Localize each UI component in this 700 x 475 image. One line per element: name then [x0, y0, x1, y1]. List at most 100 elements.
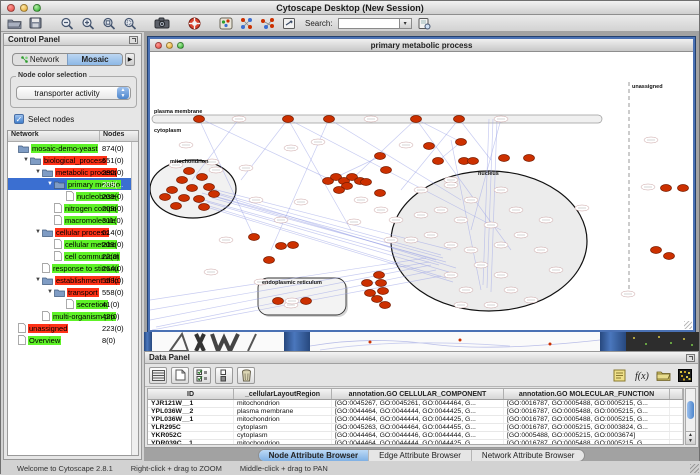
node-highlighted	[273, 298, 284, 305]
expand-icon[interactable]: ▼	[46, 181, 54, 187]
node-highlighted	[334, 187, 345, 194]
filter-icon[interactable]	[415, 16, 433, 31]
table-row[interactable]: YKR052Ccytoplasm[GO:0044464, GO:0044446,…	[148, 432, 683, 440]
zoom-network-icon[interactable]	[177, 42, 184, 49]
zoom-window-icon[interactable]	[33, 4, 41, 12]
save-icon[interactable]	[26, 16, 44, 31]
zoom-in-icon[interactable]	[79, 16, 97, 31]
table-row[interactable]: YJR121W__1mitochondrion[GO:0045267, GO:0…	[148, 400, 683, 408]
search-input[interactable]	[338, 18, 400, 29]
expand-icon[interactable]: ▼	[34, 229, 42, 235]
tree-row[interactable]: multi-organism pro42(0)	[8, 310, 138, 322]
column-header[interactable]: ID	[148, 389, 234, 399]
expand-icon[interactable]: ▼	[34, 169, 42, 175]
app-titlebar[interactable]: Cytoscape Desktop (New Session)	[1, 1, 699, 15]
annotation-notes-icon[interactable]	[610, 367, 628, 384]
tab-network-attribute-browser[interactable]: Network Attribute Browser	[471, 450, 584, 461]
attribute-table-icon[interactable]	[149, 367, 167, 384]
network-canvas[interactable]: plasma membranecytoplasmmitochondrionnuc…	[150, 52, 693, 330]
function-builder-icon[interactable]: f(x)	[632, 367, 650, 384]
tree-row[interactable]: mosaic-demo-yeast874(0)	[8, 142, 138, 154]
open-icon[interactable]	[5, 16, 23, 31]
tree-header-nodes: Nodes	[100, 131, 138, 141]
tab-mosaic[interactable]: Mosaic	[67, 54, 122, 65]
search-dropdown-icon[interactable]: ▾	[400, 18, 412, 29]
tree-row[interactable]: cellular metabo209(0)	[8, 238, 138, 250]
expand-icon[interactable]: ▼	[22, 157, 30, 163]
tree-row[interactable]: response to stimulu264(0)	[8, 262, 138, 274]
float-panel-icon[interactable]	[129, 36, 138, 44]
float-data-panel-icon[interactable]	[686, 354, 695, 362]
delete-attribute-icon[interactable]	[237, 367, 255, 384]
table-row[interactable]: YPL036W__2plasma membrane[GO:0044464, GO…	[148, 408, 683, 416]
tree-row[interactable]: nucleobase-209(0)	[8, 190, 138, 202]
node-color-select[interactable]: transporter activity ▲▼	[16, 86, 131, 100]
data-panel-scrollbar[interactable]: ▲▼	[685, 388, 696, 445]
data-panel-header: Data Panel	[145, 352, 698, 364]
column-header[interactable]: _cellularLayoutRegion	[234, 389, 332, 399]
tree-row[interactable]: cell communicat22(0)	[8, 250, 138, 262]
select-nodes-row: ✓ Select nodes	[14, 114, 74, 124]
tree-scrollbar[interactable]	[131, 142, 138, 455]
tree-row[interactable]: secretion41(0)	[8, 298, 138, 310]
scrollbar-arrows[interactable]: ▲▼	[686, 431, 695, 444]
tree-row[interactable]: ▼cellular process614(0)	[8, 226, 138, 238]
close-window-icon[interactable]	[7, 4, 15, 12]
select-nodes-checkbox[interactable]: ✓	[14, 114, 24, 124]
scrollbar-thumb[interactable]	[687, 401, 694, 419]
tree-row[interactable]: unassigned223(0)	[8, 322, 138, 334]
minimize-network-icon[interactable]	[166, 42, 173, 49]
network-merge-icon[interactable]	[259, 16, 277, 31]
window-resize-grip[interactable]	[690, 464, 699, 473]
network-window-resize-grip[interactable]	[684, 321, 692, 329]
table-row[interactable]: YDR039C__1mitochondrion[GO:0044464, GO:0…	[148, 440, 683, 445]
tree-row[interactable]: ▼metabolic process280(0)	[8, 166, 138, 178]
column-header[interactable]: annotation.GO MOLECULAR_FUNCTION	[504, 389, 670, 399]
import-attributes-icon[interactable]	[654, 367, 672, 384]
close-network-icon[interactable]	[155, 42, 162, 49]
tree-row[interactable]: ▼primary metabo209(...	[8, 178, 138, 190]
tab-network[interactable]: Network	[13, 54, 67, 65]
tree-row[interactable]: macromolecule311(0)	[8, 214, 138, 226]
tree-row[interactable]: ▼establishment of lo558(0)	[8, 274, 138, 286]
unselect-attributes-icon[interactable]	[215, 367, 233, 384]
tab-node-attribute-browser[interactable]: Node Attribute Browser	[259, 450, 369, 461]
tree-row[interactable]: nitrogen compo209(0)	[8, 202, 138, 214]
tree-node-count: 22(0)	[102, 252, 120, 261]
table-row[interactable]: YLR295Ccytoplasm[GO:0045263, GO:0044464,…	[148, 424, 683, 432]
node-color-value: transporter activity	[17, 89, 117, 98]
tree-row[interactable]: ▼biological_process651(0)	[8, 154, 138, 166]
column-header[interactable]	[670, 389, 683, 399]
tree-row[interactable]: ▼transport558(0)	[8, 286, 138, 298]
vizmapper-icon[interactable]	[217, 16, 235, 31]
folder-icon	[42, 276, 53, 285]
expand-icon[interactable]: ▼	[34, 277, 42, 283]
tree-row[interactable]: Overview8(0)	[8, 334, 138, 346]
file-icon	[54, 203, 62, 213]
attribute-matrix-icon[interactable]	[676, 367, 694, 384]
more-tabs-icon[interactable]: ▶	[125, 53, 135, 66]
zoom-out-icon[interactable]	[58, 16, 76, 31]
table-row[interactable]: YPL036W__1mitochondrion[GO:0044464, GO:0…	[148, 416, 683, 424]
expand-icon[interactable]: ▼	[46, 289, 54, 295]
window-controls	[7, 4, 41, 12]
minimize-window-icon[interactable]	[20, 4, 28, 12]
zoom-selected-icon[interactable]	[121, 16, 139, 31]
new-attribute-icon[interactable]	[171, 367, 189, 384]
combo-stepper-icon: ▲▼	[117, 87, 129, 99]
control-panel-title: Control Panel	[4, 35, 129, 44]
tab-edge-attribute-browser[interactable]: Edge Attribute Browser	[368, 450, 471, 461]
network-window-titlebar[interactable]: primary metabolic process	[150, 39, 693, 52]
network-overlay-icon[interactable]	[238, 16, 256, 31]
annotation-icon[interactable]	[280, 16, 298, 31]
zoom-fit-icon[interactable]	[100, 16, 118, 31]
help-icon[interactable]	[185, 16, 203, 31]
network-window[interactable]: primary metabolic process plasma membran…	[148, 37, 695, 332]
node-highlighted	[276, 243, 287, 250]
snapshot-icon[interactable]	[153, 16, 171, 31]
tree-node-count: 280(0)	[102, 168, 124, 177]
select-attributes-icon[interactable]	[193, 367, 211, 384]
column-header[interactable]: annotation.GO CELLULAR_COMPONENT	[332, 389, 504, 399]
node-highlighted	[184, 168, 195, 175]
control-panel: Control Panel Network Mosaic ▶ Node colo…	[3, 33, 142, 460]
